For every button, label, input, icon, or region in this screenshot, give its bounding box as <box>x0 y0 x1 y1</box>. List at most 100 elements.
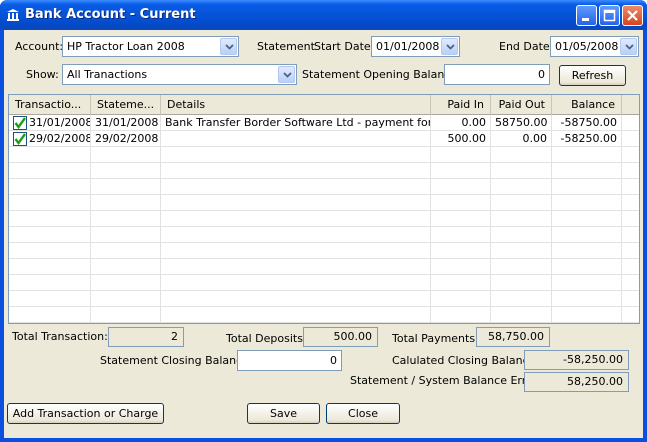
minimize-icon <box>582 18 589 21</box>
column-header-paid-in[interactable]: Paid In <box>431 95 491 115</box>
grid-line <box>621 227 622 243</box>
grid-line <box>621 163 622 179</box>
window-client: Account: HP Tractor Loan 2008 Statement … <box>4 30 643 438</box>
account-dropdown-button[interactable] <box>220 38 237 55</box>
show-filter-select[interactable]: All Tranactions <box>62 64 297 85</box>
grid-line <box>430 227 431 243</box>
start-date-dropdown-button[interactable] <box>441 38 458 55</box>
grid-line <box>160 307 161 323</box>
chevron-down-icon <box>283 72 292 78</box>
refresh-button[interactable]: Refresh <box>559 65 626 86</box>
total-payments-label: Total Payments: <box>392 332 479 345</box>
grid-line <box>621 147 622 163</box>
table-row[interactable]: 31/01/2008 31/01/2008 Bank Transfer Bord… <box>9 115 639 131</box>
grid-line <box>90 275 91 291</box>
grid-line <box>621 307 622 323</box>
total-deposits-value: 500.00 <box>303 327 378 347</box>
transaction-date-cell: 29/02/2008 <box>29 131 91 147</box>
grid-line <box>160 163 161 179</box>
grid-line <box>621 275 622 291</box>
show-filter-value: All Tranactions <box>67 68 148 81</box>
grid-line <box>490 195 491 211</box>
close-icon <box>627 10 638 21</box>
grid-line <box>430 179 431 195</box>
end-date-picker[interactable]: 01/05/2008 <box>550 36 639 57</box>
grid-line <box>90 179 91 195</box>
checkmark-icon[interactable] <box>13 116 27 130</box>
grid-line <box>430 195 431 211</box>
grid-line <box>490 291 491 307</box>
grid-line <box>490 179 491 195</box>
grid-line <box>430 211 431 227</box>
balance-cell: -58750.00 <box>552 115 622 131</box>
account-select[interactable]: HP Tractor Loan 2008 <box>62 36 239 57</box>
grid-line <box>160 259 161 275</box>
chevron-down-icon <box>625 44 634 50</box>
grid-line <box>160 243 161 259</box>
grid-line <box>90 243 91 259</box>
empty-table-row <box>9 291 639 307</box>
total-deposits-label: Total Deposits: <box>226 332 307 345</box>
column-header-details[interactable]: Details <box>161 95 431 115</box>
account-label: Account: <box>15 40 64 53</box>
column-header-statement-date[interactable]: Stateme... <box>91 95 161 115</box>
grid-line <box>551 195 552 211</box>
column-header-transaction-date[interactable]: Transactio... <box>9 95 91 115</box>
close-button[interactable]: Close <box>326 403 400 424</box>
grid-line <box>90 227 91 243</box>
grid-line <box>430 243 431 259</box>
grid-line <box>551 291 552 307</box>
closing-balance-label: Statement Closing Balance: <box>100 354 253 367</box>
minimize-button[interactable] <box>576 5 597 26</box>
empty-table-row <box>9 211 639 227</box>
checkmark-icon[interactable] <box>13 132 27 146</box>
empty-table-row <box>9 259 639 275</box>
chevron-down-icon <box>446 44 455 50</box>
grid-line <box>90 259 91 275</box>
closing-balance-input[interactable]: 0 <box>237 350 342 371</box>
grid-line <box>490 227 491 243</box>
close-window-button[interactable] <box>622 5 643 26</box>
show-label: Show: <box>26 68 59 81</box>
end-date-dropdown-button[interactable] <box>620 38 637 55</box>
start-date-value: 01/01/2008 <box>376 40 440 53</box>
app-window: Bank Account - Current Account: HP Tract… <box>0 0 647 442</box>
grid-line <box>430 147 431 163</box>
save-button[interactable]: Save <box>247 403 320 424</box>
grid-line <box>160 211 161 227</box>
total-payments-value: 58,750.00 <box>476 327 550 347</box>
opening-balance-input[interactable]: 0 <box>444 64 550 85</box>
grid-line <box>90 163 91 179</box>
grid-line <box>160 275 161 291</box>
grid-line <box>490 147 491 163</box>
empty-table-row <box>9 307 639 323</box>
title-bar[interactable]: Bank Account - Current <box>0 0 647 30</box>
grid-line <box>490 163 491 179</box>
empty-table-row <box>9 195 639 211</box>
transactions-table[interactable]: Transactio... Stateme... Details Paid In… <box>8 94 640 324</box>
grid-line <box>551 179 552 195</box>
start-date-picker[interactable]: 01/01/2008 <box>371 36 460 57</box>
window-title: Bank Account - Current <box>25 7 196 22</box>
calculated-closing-label: Calulated Closing Balance: <box>392 354 540 367</box>
bank-icon <box>7 9 19 21</box>
show-filter-dropdown-button[interactable] <box>278 66 295 83</box>
maximize-icon <box>603 9 616 22</box>
grid-line <box>621 195 622 211</box>
add-transaction-button[interactable]: Add Transaction or Charge <box>7 403 164 424</box>
column-header-paid-out[interactable]: Paid Out <box>491 95 552 115</box>
grid-line <box>490 275 491 291</box>
grid-line <box>430 163 431 179</box>
grid-line <box>430 259 431 275</box>
grid-line <box>90 147 91 163</box>
opening-balance-label: Statement Opening Balance: <box>302 68 461 81</box>
column-header-balance[interactable]: Balance <box>552 95 622 115</box>
empty-table-row <box>9 227 639 243</box>
empty-table-row <box>9 147 639 163</box>
paid-out-cell: 0.00 <box>491 131 552 147</box>
grid-line <box>430 275 431 291</box>
table-row[interactable]: 29/02/2008 29/02/2008 500.00 0.00 -58250… <box>9 131 639 147</box>
balance-error-value: 58,250.00 <box>524 372 629 392</box>
grid-line <box>160 179 161 195</box>
maximize-button[interactable] <box>599 5 620 26</box>
